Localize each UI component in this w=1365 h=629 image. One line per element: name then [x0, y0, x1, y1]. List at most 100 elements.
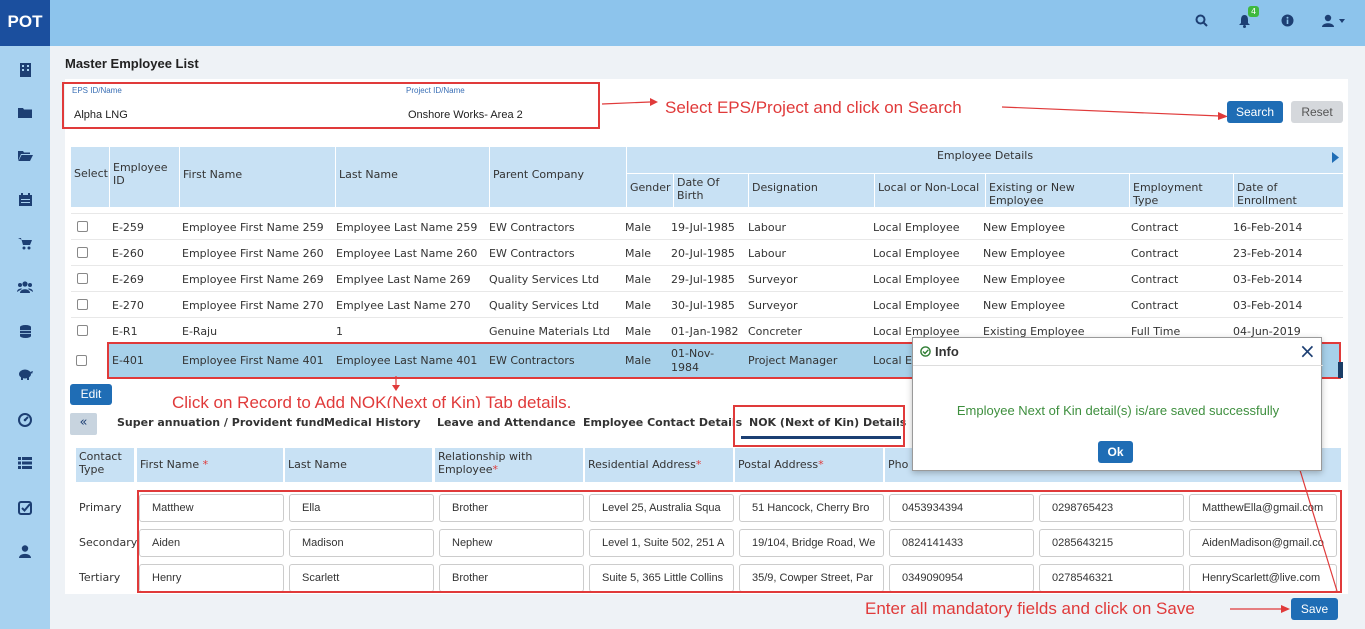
scrollbar-thumb[interactable]	[1338, 362, 1343, 378]
ok-button[interactable]: Ok	[1098, 441, 1133, 463]
folder-icon[interactable]	[17, 107, 33, 121]
cell-gender: Male	[625, 325, 652, 338]
table-row[interactable]: E-269 Employee First Name 269 Emplyee Last…	[71, 265, 1343, 291]
col-first-name: First Name	[180, 147, 335, 207]
database-icon[interactable]	[17, 325, 33, 339]
edit-button[interactable]: Edit	[70, 384, 112, 405]
save-button[interactable]: Save	[1291, 598, 1338, 620]
user-icon[interactable]	[17, 545, 33, 559]
user-menu-icon[interactable]	[1322, 14, 1350, 31]
tabs-scroll-left-icon[interactable]: «	[70, 413, 97, 435]
close-icon[interactable]: ×	[1299, 340, 1316, 362]
cell-gender: Male	[625, 299, 652, 312]
table-row[interactable]: E-270 Employee First Name 270 Emplyee Last…	[71, 291, 1343, 317]
calendar-icon[interactable]	[17, 193, 33, 207]
cell-company: Quality Services Ltd	[489, 273, 600, 286]
cell-last: Employee Last Name 260	[336, 247, 478, 260]
piggy-bank-icon[interactable]	[17, 368, 33, 382]
cell-enroll: 03-Feb-2014	[1233, 299, 1303, 312]
col-local: Local or Non-Local	[875, 174, 985, 207]
cell-dob: 30-Jul-1985	[671, 299, 735, 312]
row-checkbox[interactable]	[77, 299, 88, 310]
sidebar	[0, 46, 50, 629]
nok-col-first-name: First Name *	[137, 448, 283, 482]
nok-contact-type: Primary	[79, 501, 122, 514]
cell-local: Local Employee	[873, 247, 960, 260]
search-annotation: Select EPS/Project and click on Search	[665, 98, 962, 117]
col-gender: Gender	[627, 174, 673, 207]
reset-button[interactable]: Reset	[1291, 101, 1343, 123]
dashboard-icon[interactable]	[17, 413, 33, 427]
cell-local: Local Employee	[873, 221, 960, 234]
app-logo[interactable]: POT	[0, 0, 50, 46]
cell-first: Employee First Name 269	[182, 273, 324, 286]
cell-local: Local Employee	[873, 299, 960, 312]
cell-id: E-260	[112, 247, 144, 260]
cell-first: Employee First Name 259	[182, 221, 324, 234]
folder-open-icon[interactable]	[17, 150, 33, 164]
cell-company: EW Contractors	[489, 247, 575, 260]
cell-last: Emplyee Last Name 269	[336, 273, 471, 286]
cell-id: E-269	[112, 273, 144, 286]
table-row[interactable]: E-259 Employee First Name 259 Employee Las…	[71, 213, 1343, 239]
cell-first: Employee First Name 270	[182, 299, 324, 312]
row-checkbox[interactable]	[76, 355, 87, 366]
search-icon[interactable]	[1195, 14, 1208, 31]
cell-enroll: 16-Feb-2014	[1233, 221, 1303, 234]
info-icon[interactable]	[1281, 14, 1294, 31]
nok-col-residential: Residential Address*	[585, 448, 733, 482]
col-last-name: Last Name	[336, 147, 489, 207]
cell-first: E-Raju	[182, 325, 218, 338]
cell-last: Emplyee Last Name 270	[336, 299, 471, 312]
cell-company: Genuine Materials Ltd	[489, 325, 610, 338]
tab-contact-details[interactable]: Employee Contact Details	[583, 416, 742, 429]
save-annotation: Enter all mandatory fields and click on …	[865, 599, 1195, 618]
modal-title: Info	[935, 344, 959, 359]
cell-gender: Male	[625, 221, 652, 234]
nok-col-last-name: Last Name	[285, 448, 432, 482]
tab-leave-attendance[interactable]: Leave and Attendance	[437, 416, 576, 429]
eps-project-highlight	[62, 82, 600, 129]
nok-tab-highlight	[733, 405, 905, 447]
cell-gender: Male	[625, 247, 652, 260]
row-checkbox[interactable]	[77, 325, 88, 336]
cell-last: Employee Last Name 259	[336, 221, 478, 234]
cell-type: Contract	[1131, 273, 1179, 286]
cell-id: E-R1	[112, 325, 138, 338]
info-modal: Info × Employee Next of Kin detail(s) is…	[912, 337, 1323, 471]
cell-gender: Male	[625, 273, 652, 286]
row-checkbox[interactable]	[77, 247, 88, 258]
tab-superannuation[interactable]: Super annuation / Provident fund	[117, 416, 324, 429]
search-annotation-arrow	[1001, 106, 1228, 120]
search-button[interactable]: Search	[1227, 101, 1283, 123]
cell-dob: 19-Jul-1985	[671, 221, 735, 234]
notification-badge: 4	[1248, 6, 1260, 17]
cell-existing: New Employee	[983, 247, 1065, 260]
row-checkbox[interactable]	[77, 221, 88, 232]
nok-contact-type: Tertiary	[79, 571, 121, 584]
scroll-right-icon[interactable]	[1331, 152, 1340, 163]
page-title: Master Employee List	[65, 56, 199, 71]
cell-dob: 29-Jul-1985	[671, 273, 735, 286]
building-icon[interactable]	[17, 63, 33, 77]
checklist-icon[interactable]	[17, 501, 33, 515]
users-icon[interactable]	[17, 281, 33, 295]
col-enrollment: Date of Enrollment	[1234, 174, 1343, 207]
nok-col-postal: Postal Address*	[735, 448, 883, 482]
cell-first: Employee First Name 260	[182, 247, 324, 260]
cart-icon[interactable]	[17, 237, 33, 251]
col-parent-company: Parent Company	[490, 147, 626, 207]
row-checkbox[interactable]	[77, 273, 88, 284]
cell-enroll: 23-Feb-2014	[1233, 247, 1303, 260]
cell-designation: Surveyor	[748, 299, 798, 312]
tab-medical-history[interactable]: Medical History	[324, 416, 421, 429]
col-employment-type: Employment Type	[1130, 174, 1233, 207]
record-arrow	[392, 376, 400, 391]
cell-last: 1	[336, 325, 343, 338]
cell-id: E-259	[112, 221, 144, 234]
cell-designation: Concreter	[748, 325, 803, 338]
list-icon[interactable]	[17, 457, 33, 471]
table-row[interactable]: E-260 Employee First Name 260 Employee Las…	[71, 239, 1343, 265]
top-bar: POT 4	[0, 0, 1365, 46]
employee-details-group-header: Employee Details	[627, 147, 1343, 173]
